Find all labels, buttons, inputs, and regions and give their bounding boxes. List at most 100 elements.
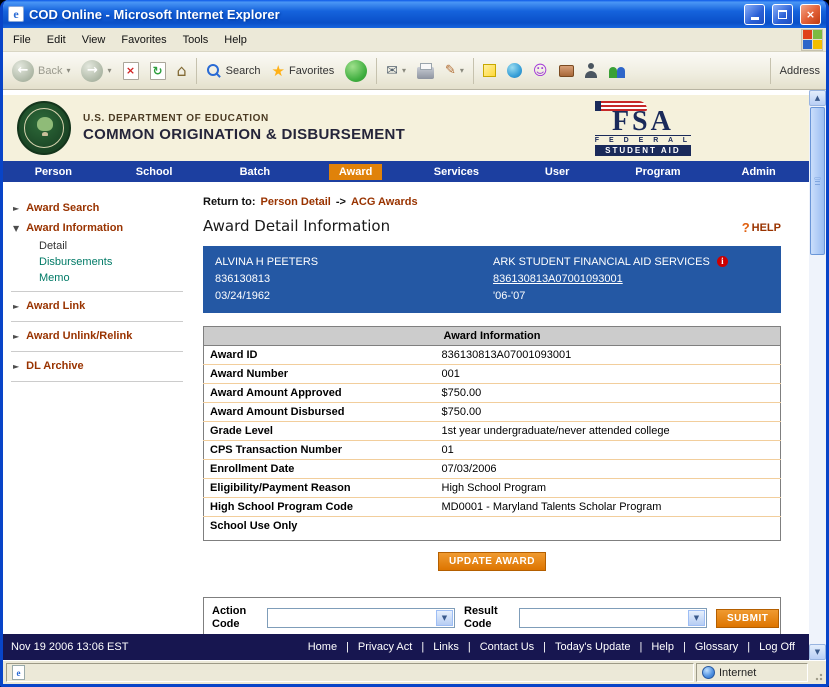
- result-code-select[interactable]: ▼: [519, 608, 707, 628]
- combo-arrow-icon[interactable]: ▼: [436, 610, 453, 626]
- nav-tab-user[interactable]: User: [507, 161, 608, 182]
- sidebar-item-award-information[interactable]: ▼ Award Information: [3, 218, 193, 238]
- stop-button[interactable]: ×: [118, 59, 144, 83]
- row-value: 01: [436, 441, 781, 460]
- menu-file[interactable]: File: [5, 30, 39, 50]
- smiley-addon-button[interactable]: ☺: [528, 60, 553, 82]
- table-row: Award Amount Approved$750.00: [204, 384, 781, 403]
- action-code-select[interactable]: ▼: [267, 608, 455, 628]
- edit-button[interactable]: ✎ ▾: [440, 60, 469, 81]
- menu-edit[interactable]: Edit: [39, 30, 74, 50]
- primary-nav: Person School Batch Award Services User …: [3, 161, 809, 182]
- nav-tab-batch[interactable]: Batch: [205, 161, 306, 182]
- footer-link-links[interactable]: Links: [433, 641, 459, 653]
- print-button[interactable]: [412, 60, 439, 82]
- back-button[interactable]: ← Back ▾: [7, 57, 75, 85]
- ie-page-icon: e: [8, 6, 24, 22]
- footer-link-privacy-act[interactable]: Privacy Act: [358, 641, 412, 653]
- minimize-button[interactable]: [744, 4, 765, 25]
- people-addon-button[interactable]: [603, 61, 631, 81]
- student-summary-box: ALVINA H PEETERS 836130813 03/24/1962 AR…: [203, 246, 781, 313]
- footer-link-home[interactable]: Home: [308, 641, 337, 653]
- sidebar-subitem-memo[interactable]: Memo: [3, 270, 193, 286]
- sticky-note-icon: [483, 64, 496, 77]
- page-content: ► Award Search ▼ Award Information Detai…: [3, 182, 809, 634]
- nav-tab-person[interactable]: Person: [3, 161, 104, 182]
- sidebar-item-dl-archive[interactable]: ► DL Archive: [3, 356, 193, 376]
- close-button[interactable]: ×: [800, 4, 821, 25]
- home-button[interactable]: ⌂: [172, 58, 192, 83]
- row-label: Award Number: [204, 365, 436, 384]
- sidebar-item-award-unlink-relink[interactable]: ► Award Unlink/Relink: [3, 326, 193, 346]
- window-title: COD Online - Microsoft Internet Explorer: [29, 7, 737, 22]
- sidebar-divider: [11, 291, 183, 292]
- info-icon[interactable]: i: [717, 256, 728, 267]
- sidebar-item-award-link[interactable]: ► Award Link: [3, 296, 193, 316]
- row-label: Award Amount Approved: [204, 384, 436, 403]
- menu-help[interactable]: Help: [216, 30, 255, 50]
- table-row: High School Program CodeMD0001 - Marylan…: [204, 498, 781, 517]
- return-to-label: Return to:: [203, 196, 256, 208]
- mail-button[interactable]: ✉ ▾: [381, 60, 411, 82]
- sidebar-subitem-disbursements[interactable]: Disbursements: [3, 254, 193, 270]
- award-id-link[interactable]: 836130813A07001093001: [493, 273, 623, 285]
- footer-link-contact-us[interactable]: Contact Us: [480, 641, 534, 653]
- forward-icon: →: [81, 60, 103, 82]
- student-ssn: 836130813: [215, 271, 493, 288]
- back-dropdown-icon: ▾: [66, 66, 70, 75]
- sidebar-item-award-search[interactable]: ► Award Search: [3, 198, 193, 218]
- submit-button[interactable]: SUBMIT: [716, 609, 779, 628]
- resize-grip[interactable]: [810, 663, 824, 682]
- menu-tools[interactable]: Tools: [175, 30, 217, 50]
- notes-addon-button[interactable]: [478, 61, 501, 80]
- scrollbar-track[interactable]: [809, 256, 826, 644]
- back-icon: ←: [12, 60, 34, 82]
- menu-favorites[interactable]: Favorites: [113, 30, 174, 50]
- breadcrumb-link-person-detail[interactable]: Person Detail: [261, 196, 331, 208]
- nav-tab-admin[interactable]: Admin: [708, 161, 809, 182]
- refresh-button[interactable]: ↻: [145, 59, 171, 83]
- site-banner: U.S. DEPARTMENT OF EDUCATION COMMON ORIG…: [3, 95, 809, 161]
- footer-link-todays-update[interactable]: Today's Update: [555, 641, 630, 653]
- result-code-label: Result Code: [464, 605, 510, 631]
- nav-tab-services[interactable]: Services: [406, 161, 507, 182]
- row-label: School Use Only: [204, 517, 436, 541]
- nav-tab-program[interactable]: Program: [608, 161, 709, 182]
- camera-addon-button[interactable]: [554, 62, 579, 80]
- scroll-down-button[interactable]: ▼: [809, 644, 826, 660]
- media-button[interactable]: [340, 57, 372, 85]
- nav-tab-school[interactable]: School: [104, 161, 205, 182]
- agency-name: U.S. DEPARTMENT OF EDUCATION: [83, 113, 405, 124]
- app-name: COMMON ORIGINATION & DISBURSEMENT: [83, 126, 405, 143]
- vertical-scrollbar[interactable]: ▲ ▼: [809, 90, 826, 660]
- windows-logo-icon: [801, 29, 823, 51]
- table-row: Enrollment Date07/03/2006: [204, 460, 781, 479]
- sidebar-divider: [11, 351, 183, 352]
- messenger-addon-button[interactable]: [502, 60, 527, 81]
- update-award-button[interactable]: UPDATE AWARD: [438, 552, 546, 571]
- footer-link-glossary[interactable]: Glossary: [695, 641, 738, 653]
- scrollbar-thumb[interactable]: [810, 107, 825, 255]
- row-value: 1st year undergraduate/never attended co…: [436, 422, 781, 441]
- favorites-icon: ★: [272, 62, 285, 80]
- nav-tab-award[interactable]: Award: [305, 161, 406, 182]
- footer-link-log-off[interactable]: Log Off: [759, 641, 795, 653]
- search-button[interactable]: Search: [201, 60, 266, 82]
- forward-button[interactable]: → ▾: [76, 57, 116, 85]
- footer-link-help[interactable]: Help: [651, 641, 674, 653]
- menu-view[interactable]: View: [74, 30, 114, 50]
- help-link[interactable]: ? HELP: [742, 220, 781, 235]
- table-row: Award Number001: [204, 365, 781, 384]
- breadcrumb-link-acg-awards[interactable]: ACG Awards: [351, 196, 418, 208]
- refresh-icon: ↻: [152, 64, 162, 78]
- toolbar-separator: [473, 58, 474, 84]
- sidebar-subitem-detail[interactable]: Detail: [3, 238, 193, 254]
- contact-addon-button[interactable]: [580, 60, 602, 81]
- favorites-label: Favorites: [289, 65, 334, 77]
- breadcrumb-separator: ->: [336, 196, 346, 208]
- combo-arrow-icon[interactable]: ▼: [688, 610, 705, 626]
- maximize-button[interactable]: [772, 4, 793, 25]
- favorites-button[interactable]: ★ Favorites: [267, 59, 340, 83]
- scroll-up-button[interactable]: ▲: [809, 90, 826, 106]
- row-value: [436, 517, 781, 541]
